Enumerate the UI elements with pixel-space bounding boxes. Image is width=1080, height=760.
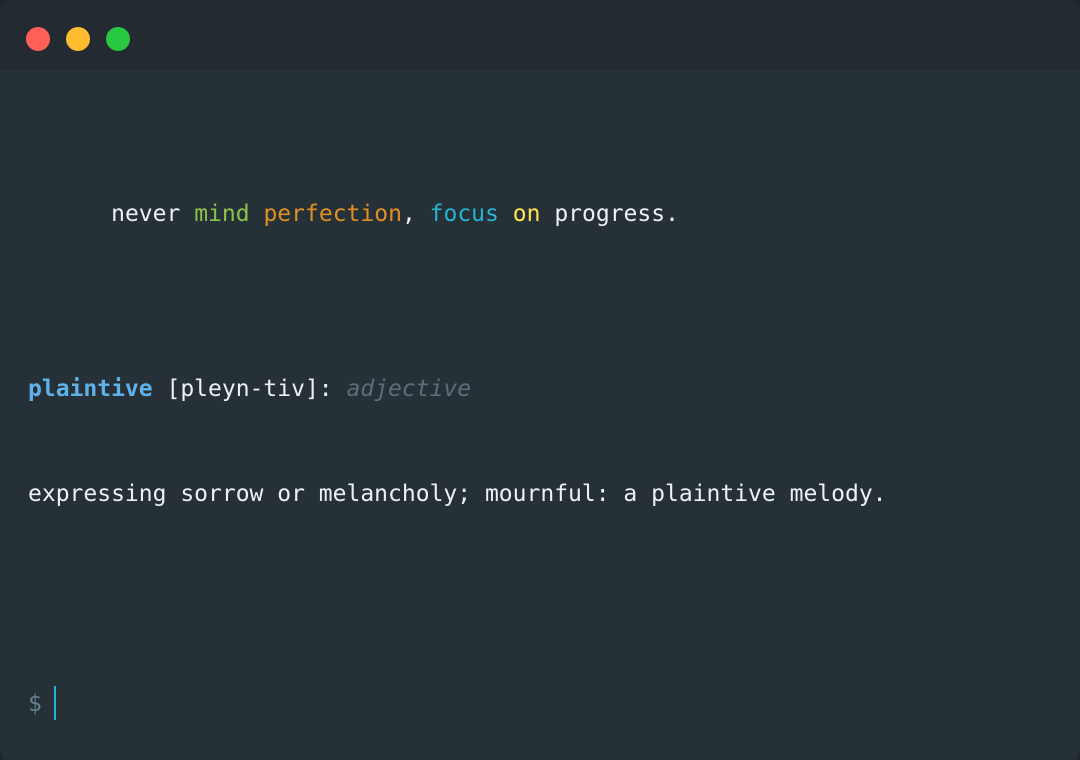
close-button[interactable] — [26, 27, 50, 51]
terminal-output[interactable]: never mind perfection, focus on progress… — [28, 92, 1060, 760]
minimize-button[interactable] — [66, 27, 90, 51]
quote-space — [499, 201, 513, 227]
quote-space — [250, 201, 264, 227]
title-bar — [0, 0, 1080, 70]
quote-word: mind — [194, 201, 250, 227]
quote-punctuation: , — [401, 201, 430, 227]
prompt-line[interactable]: $ — [28, 685, 1060, 722]
quote-word: on — [512, 201, 541, 227]
pronunciation: [pleyn-tiv]: — [152, 376, 347, 402]
defined-word: plaintive — [28, 376, 153, 402]
quote-line: never mind perfection, focus on progress… — [28, 162, 1060, 227]
quote-word: perfection — [263, 201, 402, 227]
quote-word: focus — [429, 201, 499, 227]
quote-word: progress. — [554, 201, 679, 227]
quote-word: never — [111, 201, 181, 227]
text-cursor — [53, 685, 56, 720]
terminal-window: never mind perfection, focus on progress… — [0, 0, 1080, 760]
part-of-speech: adjective — [346, 376, 472, 402]
quote-space — [180, 201, 194, 227]
definition-meaning: expressing sorrow or melancholy; mournfu… — [28, 481, 887, 507]
quote-space — [540, 201, 554, 227]
prompt-symbol: $ — [28, 691, 42, 717]
definition-header: plaintive [pleyn-tiv]: adjective — [28, 372, 1060, 407]
zoom-button[interactable] — [106, 27, 130, 51]
